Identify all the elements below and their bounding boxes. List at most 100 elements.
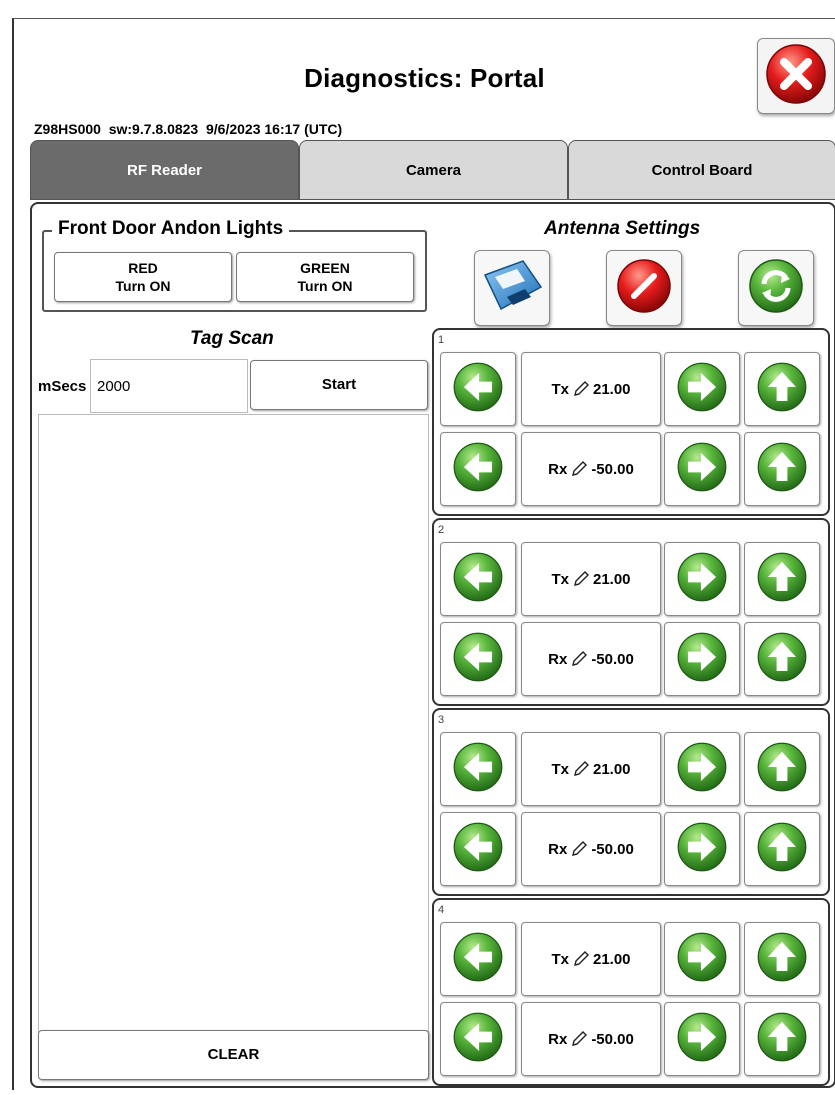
tx-label: Tx xyxy=(551,380,569,398)
rx-value: -50.00 xyxy=(591,650,634,668)
arrow-right-icon xyxy=(675,550,729,609)
tx-value: 21.00 xyxy=(592,570,631,588)
tx-increase-button[interactable] xyxy=(664,542,740,616)
arrow-right-icon xyxy=(675,630,729,689)
arrow-up-icon xyxy=(755,930,809,989)
tx-apply-button[interactable] xyxy=(744,922,820,996)
tag-scan-results[interactable] xyxy=(38,414,429,1032)
tx-decrease-button[interactable] xyxy=(440,732,516,806)
antenna-number: 3 xyxy=(438,714,445,726)
rx-increase-button[interactable] xyxy=(664,622,740,696)
tab-bar: RF Reader Camera Control Board xyxy=(30,140,835,200)
antenna-group: 4 Tx 21.00 Rx -50.00 xyxy=(432,898,830,1086)
cancel-icon xyxy=(615,257,673,320)
rx-decrease-button[interactable] xyxy=(440,1002,516,1076)
rx-value-field[interactable]: Rx -50.00 xyxy=(521,1002,661,1076)
refresh-icon xyxy=(747,257,805,320)
tx-increase-button[interactable] xyxy=(664,732,740,806)
rx-label: Rx xyxy=(548,650,568,668)
rf-reader-panel: Front Door Andon Lights RED Turn ON GREE… xyxy=(30,202,835,1088)
pencil-icon xyxy=(570,650,588,668)
arrow-left-icon xyxy=(451,550,505,609)
tx-value-field[interactable]: Tx 21.00 xyxy=(521,922,661,996)
tx-label: Tx xyxy=(551,570,569,588)
arrow-left-icon xyxy=(451,360,505,419)
rx-value-field[interactable]: Rx -50.00 xyxy=(521,432,661,506)
tx-increase-button[interactable] xyxy=(664,352,740,426)
green-button-action: Turn ON xyxy=(297,278,353,294)
antenna-group: 1 Tx 21.00 Rx -50.00 xyxy=(432,328,830,516)
rx-decrease-button[interactable] xyxy=(440,812,516,886)
arrow-left-icon xyxy=(451,1010,505,1069)
window-title: Diagnostics: Portal xyxy=(304,63,545,93)
rx-value-field[interactable]: Rx -50.00 xyxy=(521,622,661,696)
arrow-left-icon xyxy=(451,820,505,879)
arrow-right-icon xyxy=(675,1010,729,1069)
close-icon xyxy=(764,42,828,111)
rx-label: Rx xyxy=(548,1030,568,1048)
tab-camera[interactable]: Camera xyxy=(299,140,568,200)
tx-value-field[interactable]: Tx 21.00 xyxy=(521,542,661,616)
tx-increase-button[interactable] xyxy=(664,922,740,996)
arrow-up-icon xyxy=(755,1010,809,1069)
andon-lights-group: Front Door Andon Lights RED Turn ON GREE… xyxy=(42,218,427,312)
rx-apply-button[interactable] xyxy=(744,622,820,696)
tx-decrease-button[interactable] xyxy=(440,922,516,996)
antenna-group: 2 Tx 21.00 Rx -50.00 xyxy=(432,518,830,706)
rx-apply-button[interactable] xyxy=(744,432,820,506)
tx-decrease-button[interactable] xyxy=(440,542,516,616)
cancel-button[interactable] xyxy=(606,250,682,326)
msecs-label: mSecs xyxy=(38,378,87,395)
arrow-right-icon xyxy=(675,360,729,419)
refresh-button[interactable] xyxy=(738,250,814,326)
rx-apply-button[interactable] xyxy=(744,812,820,886)
tx-apply-button[interactable] xyxy=(744,352,820,426)
rx-apply-button[interactable] xyxy=(744,1002,820,1076)
tx-decrease-button[interactable] xyxy=(440,352,516,426)
rx-increase-button[interactable] xyxy=(664,432,740,506)
start-button[interactable]: Start xyxy=(250,360,428,410)
andon-lights-legend: Front Door Andon Lights xyxy=(52,218,290,240)
tx-apply-button[interactable] xyxy=(744,732,820,806)
rx-value-field[interactable]: Rx -50.00 xyxy=(521,812,661,886)
tx-label: Tx xyxy=(551,950,569,968)
red-button-action: Turn ON xyxy=(115,278,171,294)
rx-increase-button[interactable] xyxy=(664,1002,740,1076)
pencil-icon xyxy=(570,460,588,478)
tab-rf-reader[interactable]: RF Reader xyxy=(30,140,299,200)
rx-decrease-button[interactable] xyxy=(440,432,516,506)
save-icon xyxy=(479,257,545,320)
arrow-right-icon xyxy=(675,930,729,989)
arrow-up-icon xyxy=(755,440,809,499)
arrow-up-icon xyxy=(755,740,809,799)
arrow-right-icon xyxy=(675,440,729,499)
arrow-up-icon xyxy=(755,820,809,879)
pencil-icon xyxy=(572,570,590,588)
rx-increase-button[interactable] xyxy=(664,812,740,886)
tx-apply-button[interactable] xyxy=(744,542,820,616)
save-button[interactable] xyxy=(474,250,550,326)
diagnostics-window: Diagnostics: Portal Z98HS000 sw:9.7.8.08… xyxy=(12,18,835,1090)
msecs-input[interactable] xyxy=(90,359,248,413)
antenna-number: 2 xyxy=(438,524,445,536)
antenna-settings-title: Antenna Settings xyxy=(544,218,701,239)
pencil-icon xyxy=(570,840,588,858)
pencil-icon xyxy=(572,380,590,398)
arrow-up-icon xyxy=(755,630,809,689)
arrow-up-icon xyxy=(755,550,809,609)
tab-control-board[interactable]: Control Board xyxy=(568,140,835,200)
green-button-label: GREEN xyxy=(300,260,350,276)
clear-button[interactable]: CLEAR xyxy=(38,1030,429,1080)
rx-decrease-button[interactable] xyxy=(440,622,516,696)
tx-label: Tx xyxy=(551,760,569,778)
antenna-number: 4 xyxy=(438,904,445,916)
arrow-left-icon xyxy=(451,630,505,689)
tx-value-field[interactable]: Tx 21.00 xyxy=(521,732,661,806)
arrow-right-icon xyxy=(675,820,729,879)
tx-value-field[interactable]: Tx 21.00 xyxy=(521,352,661,426)
close-button[interactable] xyxy=(757,38,835,114)
green-turn-on-button[interactable]: GREEN Turn ON xyxy=(236,252,414,302)
pencil-icon xyxy=(572,950,590,968)
arrow-left-icon xyxy=(451,440,505,499)
red-turn-on-button[interactable]: RED Turn ON xyxy=(54,252,232,302)
